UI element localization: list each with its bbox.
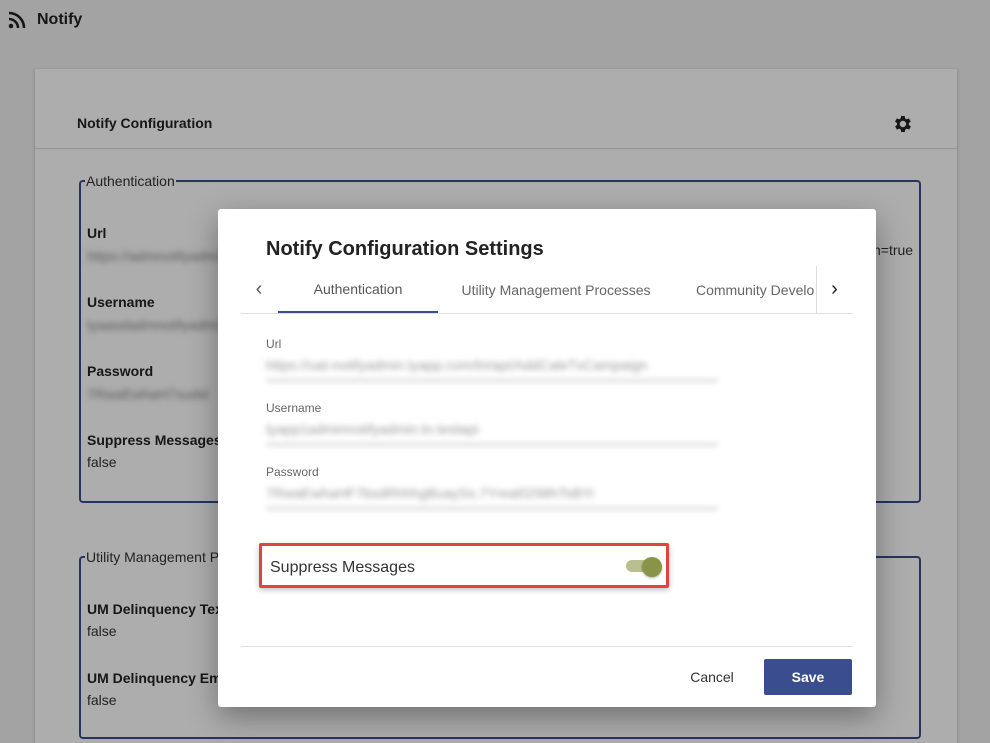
save-button[interactable]: Save xyxy=(764,659,852,695)
toggle-thumb xyxy=(642,557,662,577)
password-input[interactable]: 7RwaEwhaHF7bsdRhhhgBuaySs.7Yreal0298hTsB… xyxy=(266,485,718,509)
tab-bar: ‹ Authentication Utility Management Proc… xyxy=(241,266,852,314)
suppress-messages-toggle[interactable] xyxy=(626,557,662,577)
tabs-container: Authentication Utility Management Proces… xyxy=(278,266,816,313)
tab-authentication[interactable]: Authentication xyxy=(278,266,438,313)
url-field-label: Url xyxy=(266,337,282,351)
footer-divider xyxy=(241,646,852,647)
suppress-messages-label: Suppress Messages xyxy=(270,559,415,576)
dialog-title: Notify Configuration Settings xyxy=(266,238,544,260)
username-field[interactable]: Username tyapp1adminnotifyadmin.tn.testa… xyxy=(266,401,718,445)
settings-dialog: Notify Configuration Settings ‹ Authenti… xyxy=(218,209,876,707)
tab-scroll-right-button[interactable]: › xyxy=(816,266,852,313)
cancel-button[interactable]: Cancel xyxy=(673,659,751,695)
username-field-label: Username xyxy=(266,401,322,415)
suppress-messages-row: Suppress Messages xyxy=(259,543,669,588)
tab-community-development[interactable]: Community Develo xyxy=(696,266,816,313)
username-input[interactable]: tyapp1adminnotifyadmin.tn.testapi xyxy=(266,421,718,445)
tab-utility-management-processes[interactable]: Utility Management Processes xyxy=(456,266,656,313)
password-field[interactable]: Password 7RwaEwhaHF7bsdRhhhgBuaySs.7Yrea… xyxy=(266,465,718,509)
url-field[interactable]: Url https://uat-notifyadmin.tyapp.com/tn… xyxy=(266,337,718,381)
url-input[interactable]: https://uat-notifyadmin.tyapp.com/tn/api… xyxy=(266,357,718,381)
chevron-right-icon: › xyxy=(831,278,838,300)
password-field-label: Password xyxy=(266,465,319,479)
chevron-left-icon: ‹ xyxy=(255,278,263,300)
tab-scroll-left-button[interactable]: ‹ xyxy=(241,266,277,313)
